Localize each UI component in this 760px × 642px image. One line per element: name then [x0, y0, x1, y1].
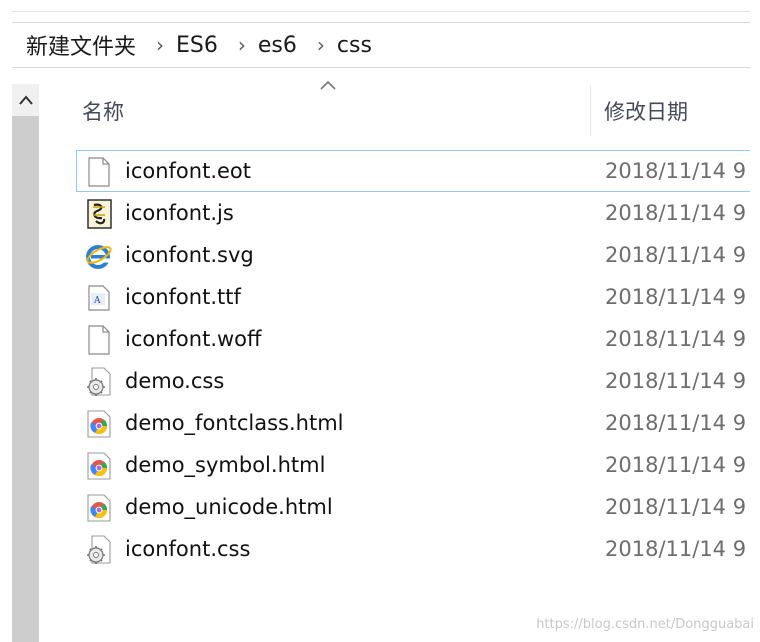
file-date: 2018/11/14 9 [605, 369, 747, 393]
file-name: iconfont.css [125, 537, 251, 561]
file-date: 2018/11/14 9 [605, 537, 747, 561]
chrome-html-file-icon [87, 494, 111, 522]
breadcrumb-item[interactable]: css [337, 33, 372, 58]
svg-text:A: A [93, 296, 101, 306]
breadcrumb-chevron-icon[interactable]: › [136, 33, 176, 57]
file-row[interactable]: iconfont.css 2018/11/14 9 [76, 528, 760, 570]
file-date: 2018/11/14 9 [605, 453, 747, 477]
chrome-html-file-icon [87, 452, 111, 480]
file-name: demo.css [125, 369, 225, 393]
blank-file-icon [88, 325, 110, 355]
blank-file-icon [88, 157, 110, 187]
file-name: demo_fontclass.html [125, 411, 344, 435]
window-top-edge [12, 11, 750, 12]
file-name: iconfont.eot [125, 159, 251, 183]
file-name: demo_symbol.html [125, 453, 326, 477]
file-row[interactable]: demo_unicode.html 2018/11/14 9 [76, 486, 760, 528]
file-date: 2018/11/14 9 [605, 201, 747, 225]
file-date: 2018/11/14 9 [605, 243, 747, 267]
breadcrumb-chevron-icon[interactable]: › [297, 33, 337, 57]
file-date: 2018/11/14 9 [605, 327, 747, 351]
column-header-date-modified[interactable]: 修改日期 [604, 96, 688, 126]
chrome-html-file-icon [87, 410, 111, 438]
file-name: demo_unicode.html [125, 495, 333, 519]
watermark-text: https://blog.csdn.net/Dongguabai [536, 617, 754, 632]
font-file-icon: A [88, 285, 110, 311]
file-name: iconfont.js [125, 201, 234, 225]
file-row[interactable]: iconfont.js 2018/11/14 9 [76, 192, 760, 234]
vertical-scrollbar[interactable] [12, 84, 39, 642]
css-gear-file-icon [87, 367, 111, 396]
file-row[interactable]: demo_fontclass.html 2018/11/14 9 [76, 402, 760, 444]
breadcrumb-item[interactable]: 新建文件夹 [12, 29, 136, 61]
script-file-icon [87, 199, 112, 229]
column-divider[interactable] [590, 86, 591, 136]
file-row[interactable]: A iconfont.ttf 2018/11/14 9 [76, 276, 760, 318]
sort-ascending-icon [320, 80, 336, 90]
column-header-name[interactable]: 名称 [82, 96, 124, 126]
file-date: 2018/11/14 9 [605, 159, 747, 183]
file-row[interactable]: iconfont.eot 2018/11/14 9 [76, 150, 760, 192]
breadcrumb-chevron-icon[interactable]: › [218, 33, 258, 57]
file-row[interactable]: iconfont.woff 2018/11/14 9 [76, 318, 760, 360]
file-date: 2018/11/14 9 [605, 495, 747, 519]
file-row[interactable]: demo_symbol.html 2018/11/14 9 [76, 444, 760, 486]
file-list: iconfont.eot 2018/11/14 9 iconfont.js 20… [76, 150, 760, 570]
file-date: 2018/11/14 9 [605, 411, 747, 435]
scroll-up-button[interactable] [12, 84, 39, 116]
ie-file-icon [86, 245, 112, 269]
file-date: 2018/11/14 9 [605, 285, 747, 309]
file-name: iconfont.woff [125, 327, 262, 351]
file-row[interactable]: iconfont.svg 2018/11/14 9 [76, 234, 760, 276]
address-bar[interactable]: 新建文件夹 › ES6 › es6 › css [12, 22, 750, 68]
css-gear-file-icon [87, 535, 111, 564]
breadcrumb-item[interactable]: es6 [258, 33, 297, 58]
file-row[interactable]: demo.css 2018/11/14 9 [76, 360, 760, 402]
file-name: iconfont.svg [125, 243, 254, 267]
window-clip-edge [750, 0, 760, 642]
file-name: iconfont.ttf [125, 285, 241, 309]
chevron-up-icon [18, 95, 33, 105]
breadcrumb-item[interactable]: ES6 [176, 33, 218, 58]
